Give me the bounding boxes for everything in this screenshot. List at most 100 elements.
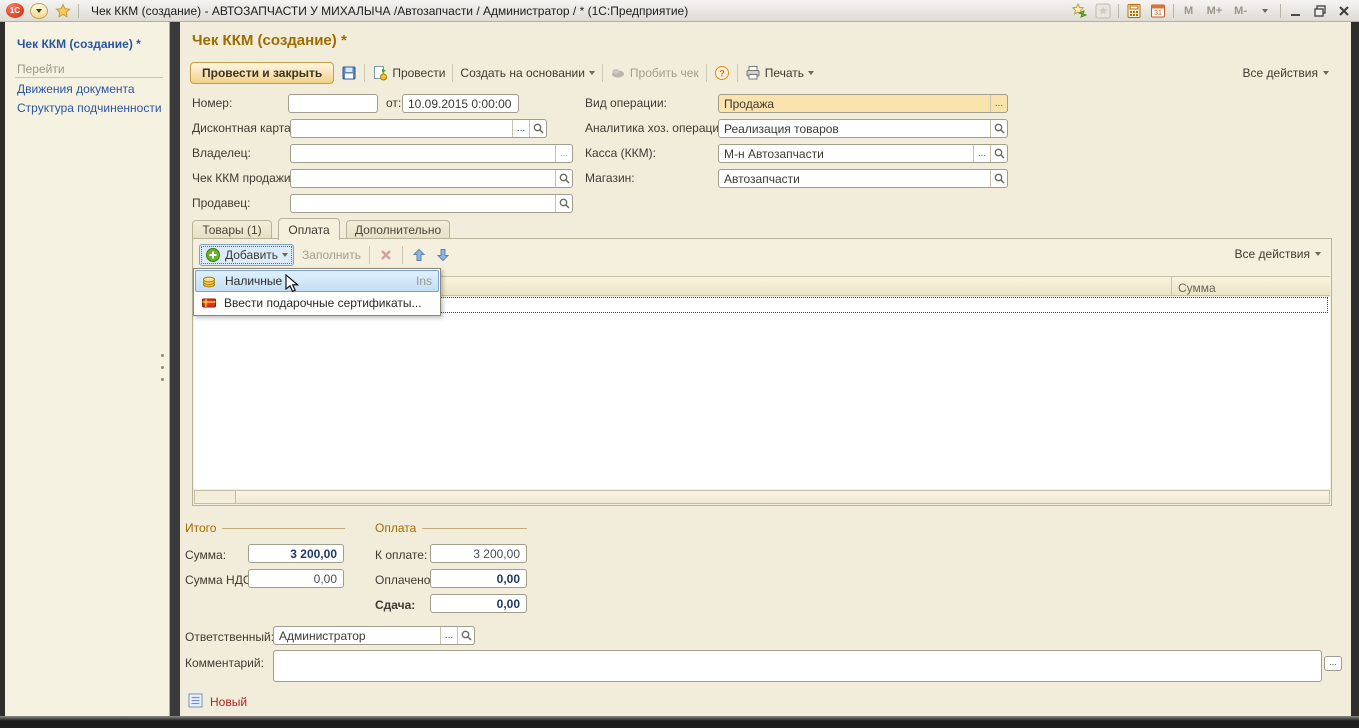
seller-field[interactable] — [290, 194, 573, 213]
main-menu-button[interactable] — [30, 3, 48, 19]
titlebar-more-button[interactable] — [1256, 2, 1274, 20]
store-field[interactable]: Автозапчасти — [718, 169, 1008, 188]
vat-field[interactable]: 0,00 — [248, 569, 344, 588]
fill-button[interactable]: Заполнить — [302, 248, 361, 262]
discount-card-search-icon[interactable] — [529, 120, 546, 137]
responsible-choose-button[interactable]: ... — [440, 627, 457, 644]
responsible-field[interactable]: Администратор ... — [273, 626, 475, 645]
change-label: Сдача: — [375, 596, 415, 614]
responsible-label: Ответственный: — [185, 628, 274, 646]
move-down-icon[interactable] — [435, 247, 451, 263]
column-separator[interactable] — [1171, 277, 1172, 295]
sidebar-section-goto: Перейти — [17, 62, 65, 76]
tab-payment-label: Оплата — [288, 223, 329, 237]
payment-all-actions-button[interactable]: Все действия — [1235, 247, 1321, 261]
add-button[interactable]: Добавить — [199, 244, 294, 266]
menu-item-cash[interactable]: Наличные Ins — [195, 270, 439, 292]
paid-field[interactable]: 0,00 — [430, 569, 527, 588]
comment-value — [274, 651, 1321, 681]
store-search-icon[interactable] — [990, 170, 1007, 187]
window-right-edge — [1351, 22, 1359, 716]
titlebar-separator — [1173, 4, 1174, 18]
seller-search-icon[interactable] — [555, 195, 572, 212]
splitter-grip[interactable] — [161, 366, 164, 369]
toolbar-separator — [364, 64, 365, 82]
operation-kind-choose-button[interactable]: ... — [990, 95, 1007, 112]
operation-analytics-search-icon[interactable] — [990, 120, 1007, 137]
payment-table-body[interactable] — [194, 297, 1330, 489]
form-toolbar: Провести и закрыть Провести Создать на о… — [190, 60, 814, 86]
splitter-grip[interactable] — [161, 378, 164, 381]
operation-kind-value: Продажа — [719, 95, 990, 112]
owner-choose-button[interactable]: ... — [555, 145, 572, 162]
cash-register-field[interactable]: М-н Автозапчасти ... — [718, 144, 1008, 163]
sidebar-link-subordination-structure[interactable]: Структура подчиненности — [17, 101, 162, 115]
splitter-grip[interactable] — [161, 354, 164, 357]
kkm-sale-check-field[interactable] — [290, 169, 573, 188]
discount-card-label: Дисконтная карта: — [192, 119, 294, 137]
date-field[interactable]: 10.09.2015 0:00:00 — [402, 94, 519, 113]
operation-analytics-field[interactable]: Реализация товаров — [718, 119, 1008, 138]
number-label: Номер: — [192, 94, 232, 112]
calendar-icon[interactable]: 31 — [1149, 2, 1167, 20]
add-dropdown-menu: Наличные Ins Ввести подарочные сертифика… — [193, 268, 441, 316]
create-on-basis-button[interactable]: Создать на основании — [460, 66, 595, 80]
save-button[interactable] — [341, 65, 357, 81]
horizontal-scrollbar[interactable] — [194, 490, 1330, 504]
change-field[interactable]: 0,00 — [430, 594, 527, 613]
close-button[interactable] — [1335, 2, 1353, 20]
payment-group-title: Оплата — [375, 521, 416, 535]
owner-label: Владелец: — [192, 144, 251, 162]
tab-additional[interactable]: Дополнительно — [346, 220, 450, 239]
titlebar-separator — [1280, 4, 1281, 18]
memory-m-button[interactable]: M — [1180, 2, 1198, 20]
scrollbar-stub[interactable] — [194, 490, 236, 504]
titlebar-separator — [1118, 4, 1119, 18]
operation-analytics-value: Реализация товаров — [719, 120, 990, 137]
comment-expand-button[interactable]: ... — [1324, 656, 1342, 671]
scrollbar-thumb[interactable] — [236, 490, 1330, 504]
memory-m-minus-button[interactable]: M- — [1231, 2, 1250, 20]
cash-register-search-icon[interactable] — [990, 145, 1007, 162]
column-header-sum[interactable]: Сумма — [1178, 279, 1216, 297]
minimize-button[interactable] — [1287, 2, 1305, 20]
menu-item-gift-certificates[interactable]: Ввести подарочные сертификаты... — [195, 292, 439, 314]
add-to-favorites-icon[interactable] — [1070, 2, 1088, 20]
page-title: Чек ККМ (создание) * — [192, 32, 347, 49]
discount-card-field[interactable]: ... — [290, 119, 547, 138]
sidebar-document-title[interactable]: Чек ККМ (создание) * — [17, 37, 141, 51]
punch-check-button[interactable]: Пробить чек — [610, 65, 699, 81]
responsible-search-icon[interactable] — [457, 627, 474, 644]
comment-field[interactable] — [273, 650, 1322, 682]
seller-value — [291, 195, 555, 212]
toolbar-separator — [369, 246, 370, 264]
discount-card-choose-button[interactable]: ... — [512, 120, 529, 137]
print-button[interactable]: Печать — [745, 65, 814, 81]
sidebar-link-document-movements[interactable]: Движения документа — [17, 82, 135, 96]
print-label: Печать — [765, 66, 804, 80]
tab-goods[interactable]: Товары (1) — [192, 220, 272, 239]
delete-row-icon[interactable] — [378, 247, 394, 263]
calculator-icon[interactable] — [1125, 2, 1143, 20]
help-button[interactable]: ? — [714, 65, 730, 81]
move-up-icon[interactable] — [411, 247, 427, 263]
history-star-icon[interactable] — [1094, 2, 1112, 20]
date-label: от: — [386, 94, 401, 112]
1c-logo-icon: 1C — [6, 3, 24, 18]
memory-m-plus-button[interactable]: M+ — [1204, 2, 1226, 20]
form-all-actions-button[interactable]: Все действия — [1243, 66, 1329, 80]
number-field[interactable] — [288, 94, 378, 113]
tab-payment[interactable]: Оплата — [278, 218, 340, 240]
totals-group: Итого — [185, 521, 345, 535]
favorites-star-icon[interactable] — [54, 2, 72, 20]
svg-text:31: 31 — [1154, 10, 1162, 17]
owner-field[interactable]: ... — [290, 144, 573, 163]
sum-field[interactable]: 3 200,00 — [248, 544, 344, 563]
post-button[interactable]: Провести — [372, 65, 445, 81]
kkm-sale-check-search-icon[interactable] — [555, 170, 572, 187]
restore-button[interactable] — [1311, 2, 1329, 20]
to-pay-field[interactable]: 3 200,00 — [430, 544, 527, 563]
post-and-close-button[interactable]: Провести и закрыть — [190, 62, 334, 84]
operation-kind-field[interactable]: Продажа ... — [718, 94, 1008, 113]
cash-register-choose-button[interactable]: ... — [973, 145, 990, 162]
